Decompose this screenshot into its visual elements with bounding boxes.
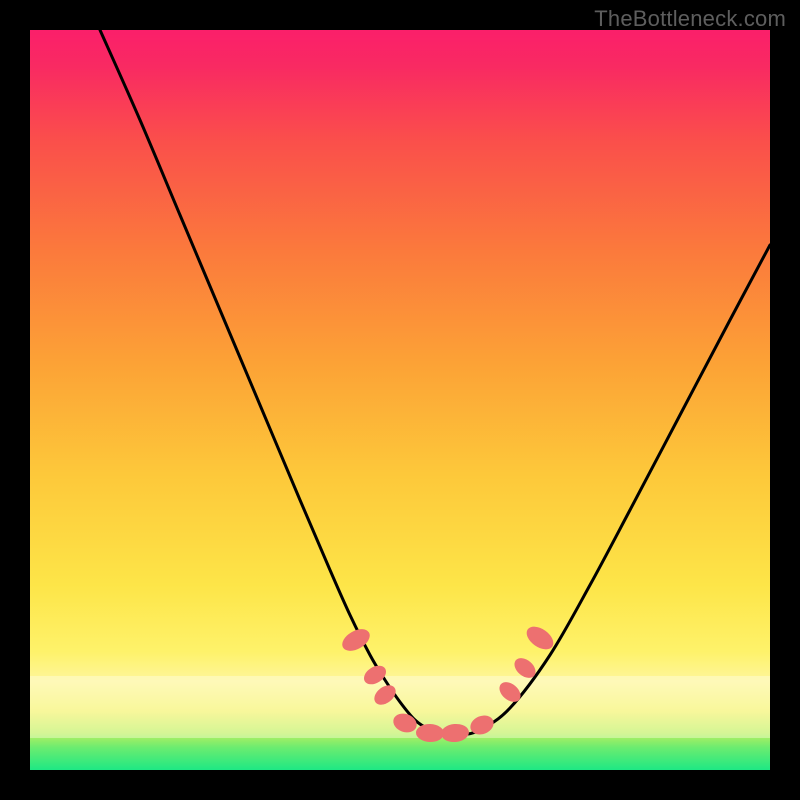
curve-svg: [30, 30, 770, 770]
curve-line: [100, 30, 770, 736]
plot-area: [30, 30, 770, 770]
data-marker: [416, 724, 445, 743]
watermark-text: TheBottleneck.com: [594, 6, 786, 32]
data-marker: [496, 678, 525, 706]
data-marker: [391, 710, 420, 735]
data-marker: [440, 723, 469, 743]
chart-frame: TheBottleneck.com: [0, 0, 800, 800]
markers-group: [339, 622, 558, 743]
